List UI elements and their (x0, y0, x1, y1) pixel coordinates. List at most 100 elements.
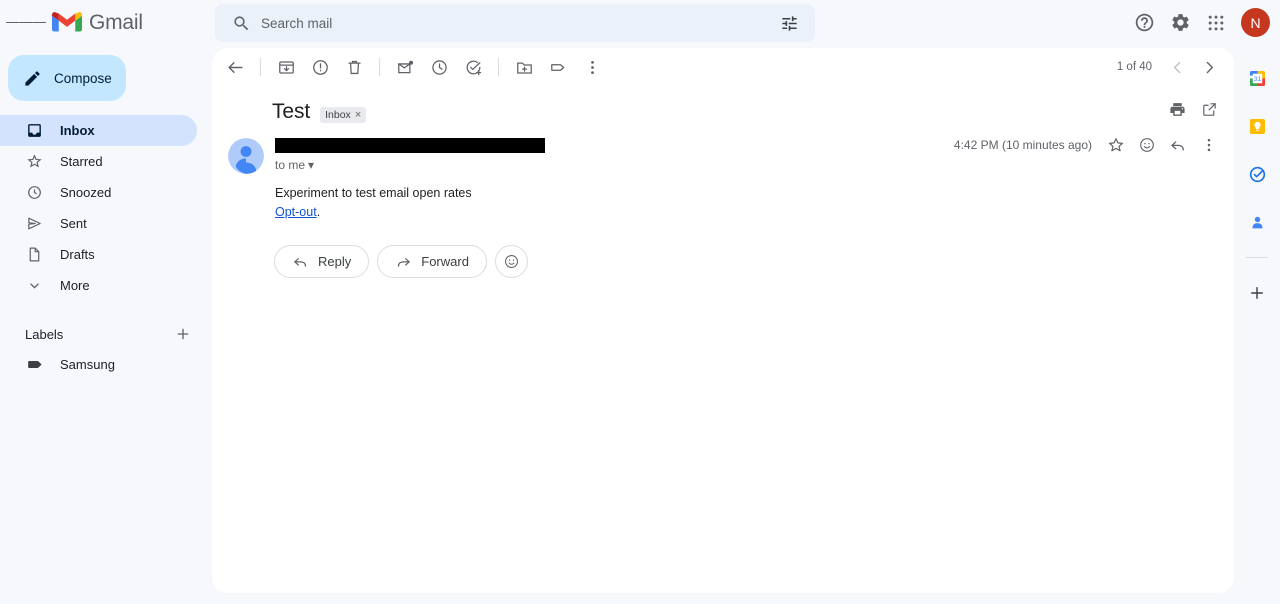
clock-icon (25, 184, 43, 202)
forward-icon (398, 257, 411, 267)
search-bar[interactable] (215, 4, 815, 42)
svg-text:31: 31 (1253, 76, 1261, 83)
back-arrow-icon[interactable] (218, 50, 252, 84)
sidebar-item-starred[interactable]: Starred (0, 146, 197, 177)
top-right-actions: N (1127, 0, 1272, 45)
inbox-icon (25, 122, 43, 140)
draft-icon (25, 246, 43, 264)
toolbar-divider (260, 58, 261, 76)
google-calendar-icon[interactable]: 31 (1242, 63, 1272, 93)
sidebar-item-label: Snoozed (60, 185, 112, 200)
close-icon[interactable]: × (355, 109, 361, 121)
message-pager: 1 of 40 (1117, 48, 1224, 86)
forward-button[interactable]: Forward (377, 244, 487, 278)
sidebar-item-sent[interactable]: Sent (0, 208, 197, 239)
message-action-buttons: Reply Forward (212, 223, 1234, 278)
opt-out-link[interactable]: Opt-out (275, 205, 317, 219)
top-bar: Gmail N (0, 0, 1280, 45)
message-header: to me ▾ 4:42 PM (10 minutes ago) (212, 124, 1234, 174)
body-line-1: Experiment to test email open rates (275, 186, 472, 200)
chip-label: Inbox (325, 108, 351, 121)
label-tag-icon (25, 356, 43, 374)
plus-icon[interactable] (172, 323, 194, 345)
reply-icon (294, 257, 307, 267)
search-input[interactable] (255, 15, 775, 31)
sidebar-label-samsung[interactable]: Samsung (0, 349, 197, 380)
sidebar-label-text: Samsung (60, 357, 115, 372)
archive-icon[interactable] (269, 50, 303, 84)
chevron-down-icon (25, 277, 43, 295)
recipient-toggle[interactable]: to me ▾ (275, 158, 314, 172)
sidebar-item-label: Inbox (60, 123, 95, 138)
open-in-new-window-icon[interactable] (1194, 94, 1224, 124)
avatar[interactable]: N (1241, 8, 1270, 37)
pencil-icon (25, 70, 40, 86)
google-apps-grid-icon[interactable] (1199, 6, 1233, 40)
hamburger-menu-icon[interactable] (6, 3, 46, 43)
gear-icon[interactable] (1163, 6, 1197, 40)
add-to-tasks-icon[interactable] (456, 50, 490, 84)
toolbar-divider (379, 58, 380, 76)
chevron-right-icon[interactable] (1194, 52, 1224, 82)
message-body: Experiment to test email open rates Opt-… (212, 174, 1234, 223)
sender-name-redacted (275, 138, 545, 153)
pager-count: 1 of 40 (1116, 61, 1152, 73)
report-spam-icon[interactable] (303, 50, 337, 84)
sidebar-item-label: Drafts (60, 247, 95, 262)
add-reaction-icon[interactable] (1132, 130, 1162, 160)
label-chip-inbox: Inbox × (320, 106, 367, 123)
body-link-suffix: . (316, 205, 321, 220)
chevron-left-icon[interactable] (1162, 52, 1192, 82)
add-reaction-button[interactable] (494, 244, 528, 278)
search-icon[interactable] (227, 9, 255, 37)
compose-button[interactable]: Compose (8, 55, 126, 101)
mark-unread-icon[interactable] (388, 50, 422, 84)
snooze-clock-icon[interactable] (422, 50, 456, 84)
more-vertical-icon[interactable] (575, 50, 609, 84)
gmail-brand[interactable]: Gmail (52, 11, 143, 35)
message-actions: 4:42 PM (10 minutes ago) (954, 130, 1224, 160)
labels-section-header: Labels (0, 319, 212, 349)
labels-icon[interactable] (541, 50, 575, 84)
sidebar-nav: Inbox Starred Snoozed Sent Drafts More (0, 115, 212, 301)
trash-icon[interactable] (337, 50, 371, 84)
sidebar-item-snoozed[interactable]: Snoozed (0, 177, 197, 208)
print-icon[interactable] (1162, 94, 1192, 124)
sidebar-item-label: Starred (60, 154, 103, 169)
google-tasks-icon[interactable] (1242, 159, 1272, 189)
add-addon-icon[interactable] (1242, 278, 1272, 308)
sidebar: Compose Inbox Starred Snoozed Sent Draft… (0, 45, 212, 604)
sidebar-item-label: More (60, 278, 90, 293)
sidebar-item-drafts[interactable]: Drafts (0, 239, 197, 270)
reply-arrow-icon[interactable] (1163, 130, 1193, 160)
side-panel-divider (1246, 257, 1268, 258)
subject-row: Test Inbox × (212, 86, 1234, 124)
sidebar-item-label: Sent (60, 216, 87, 231)
google-keep-icon[interactable] (1242, 111, 1272, 141)
recipient-label: to me (275, 158, 306, 172)
side-panel-strip: 31 (1234, 48, 1280, 593)
message-toolbar: 1 of 40 (212, 48, 1234, 86)
sidebar-item-inbox[interactable]: Inbox (0, 115, 197, 146)
sidebar-item-more[interactable]: More (0, 270, 197, 301)
move-to-icon[interactable] (507, 50, 541, 84)
message-card: 1 of 40 Test Inbox × to me ▾ 4:42 PM (10… (212, 48, 1234, 593)
star-outline-icon[interactable] (1101, 130, 1131, 160)
reply-button[interactable]: Reply (274, 244, 370, 278)
search-options-icon[interactable] (775, 9, 803, 37)
subject-actions (1162, 94, 1224, 124)
send-icon (25, 215, 43, 233)
support-icon[interactable] (1127, 6, 1161, 40)
page-title: Test (272, 100, 311, 123)
star-icon (25, 153, 43, 171)
toolbar-divider (498, 58, 499, 76)
forward-label: Forward (421, 253, 469, 269)
body-line-2: Opt-out. (275, 203, 1218, 222)
google-contacts-icon[interactable] (1242, 207, 1272, 237)
labels-header-text: Labels (25, 326, 64, 342)
timestamp: 4:42 PM (10 minutes ago) (953, 138, 1092, 152)
brand-text: Gmail (89, 10, 143, 34)
reply-label: Reply (318, 253, 352, 269)
more-vertical-icon[interactable] (1194, 130, 1224, 160)
sender-avatar (228, 138, 264, 174)
